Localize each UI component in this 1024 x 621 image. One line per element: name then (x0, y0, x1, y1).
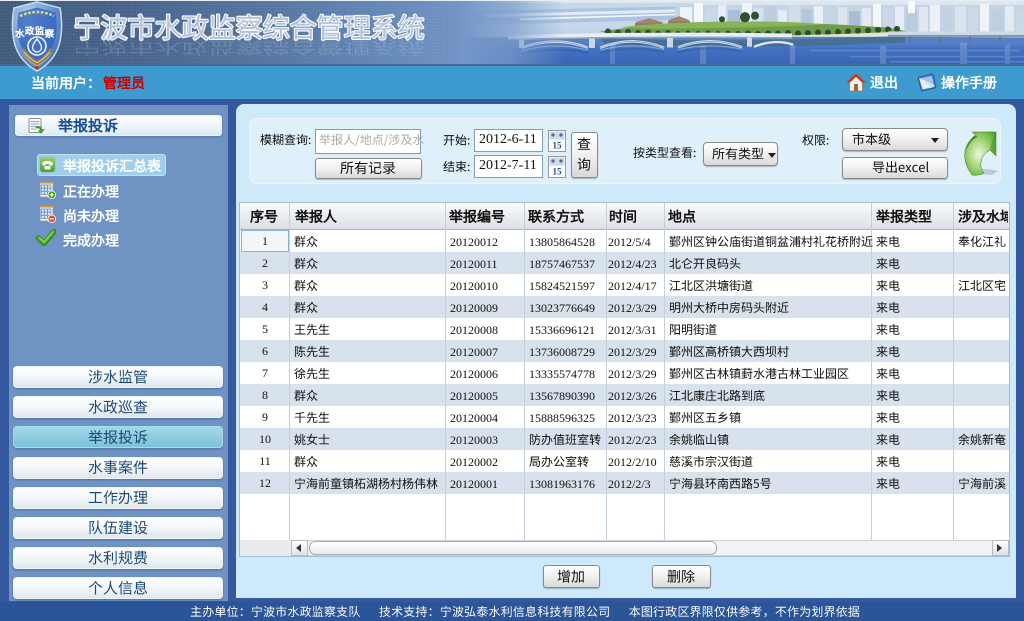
svg-text:15: 15 (553, 167, 563, 177)
svg-text:15: 15 (553, 141, 563, 151)
